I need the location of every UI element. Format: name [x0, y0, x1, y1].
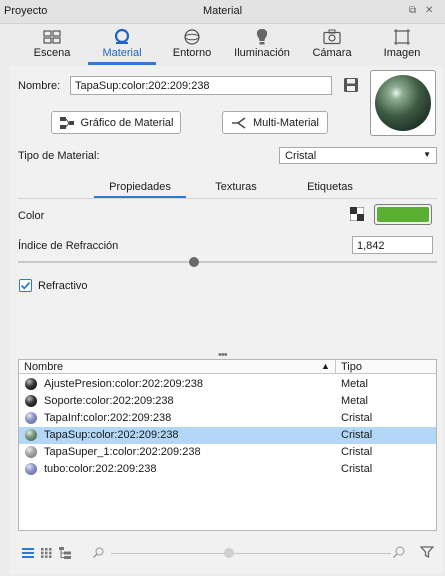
color-swatch-fill: [377, 207, 429, 222]
column-divider: [335, 360, 336, 374]
zoom-in-icon[interactable]: [393, 546, 405, 558]
tab-escena[interactable]: Escena: [12, 25, 92, 65]
tab-imagen-label: Imagen: [383, 47, 421, 59]
list-item-type: Cristal: [341, 463, 373, 475]
list-item-name: TapaInf:color:202:209:238: [44, 412, 172, 424]
multi-material-button[interactable]: Multi-Material: [222, 111, 328, 134]
list-header: Nombre ▲ Tipo: [19, 360, 436, 374]
refraction-label: Índice de Refracción: [18, 240, 119, 252]
save-icon[interactable]: [343, 77, 359, 93]
refraction-slider-track[interactable]: [18, 261, 437, 263]
subtab-texturas-label: Texturas: [215, 181, 257, 193]
tab-entorno[interactable]: Entorno: [152, 25, 232, 65]
tab-camara-label: Cámara: [312, 47, 352, 59]
material-icon: [82, 28, 162, 46]
popout-icon[interactable]: ⧉: [409, 5, 416, 16]
material-ball-icon: [25, 429, 37, 441]
material-type-value: Cristal: [285, 150, 317, 162]
lightbulb-icon: [222, 28, 302, 46]
list-item-name: TapaSuper_1:color:202:209:238: [44, 446, 201, 458]
camera-icon: [292, 28, 372, 46]
checkerboard-icon[interactable]: [349, 206, 365, 222]
multi-material-label: Multi-Material: [252, 116, 319, 129]
tab-escena-label: Escena: [33, 47, 71, 59]
material-list[interactable]: Nombre ▲ Tipo AjustePresion:color:202:20…: [18, 359, 437, 531]
checkmark-icon: [20, 281, 31, 290]
material-ball-icon: [25, 395, 37, 407]
list-item-name: tubo:color:202:209:238: [44, 463, 157, 475]
graph-icon: [59, 116, 74, 129]
zoom-out-icon[interactable]: [93, 547, 104, 558]
list-item-type: Cristal: [341, 429, 373, 441]
list-item[interactable]: tubo:color:202:209:238 Cristal: [19, 461, 436, 478]
refractive-checkbox[interactable]: [19, 279, 32, 292]
tab-iluminacion-label: Iluminación: [234, 47, 290, 59]
name-label: Nombre:: [18, 80, 61, 92]
list-item-name: AjustePresion:color:202:209:238: [44, 378, 203, 390]
list-item-type: Metal: [341, 378, 368, 390]
multi-material-icon: [231, 116, 246, 129]
list-header-name[interactable]: Nombre: [24, 361, 63, 373]
tab-camara[interactable]: Cámara: [292, 25, 372, 65]
list-item-selected[interactable]: TapaSup:color:202:209:238 Cristal: [19, 427, 436, 444]
grid-view-icon[interactable]: [41, 548, 52, 558]
zoom-slider-track[interactable]: [111, 553, 391, 554]
sort-ascending-icon[interactable]: ▲: [321, 361, 330, 371]
material-preview[interactable]: [370, 70, 436, 136]
subtab-propiedades-label: Propiedades: [109, 181, 171, 193]
subtab-etiquetas[interactable]: Etiquetas: [284, 176, 376, 198]
refractive-label: Refractivo: [38, 280, 88, 292]
material-ball-icon: [25, 463, 37, 475]
material-ball-icon: [25, 378, 37, 390]
list-item[interactable]: TapaSuper_1:color:202:209:238 Cristal: [19, 444, 436, 461]
color-label: Color: [18, 210, 45, 222]
list-item[interactable]: TapaInf:color:202:209:238 Cristal: [19, 410, 436, 427]
list-view-icon[interactable]: [22, 548, 34, 558]
list-item-name: Soporte:color:202:209:238: [44, 395, 174, 407]
material-graph-label: Gráfico de Material: [80, 116, 174, 129]
color-swatch[interactable]: [374, 204, 432, 225]
material-type-select[interactable]: Cristal ▼: [279, 147, 437, 164]
material-name-field[interactable]: TapaSup:color:202:209:238: [70, 76, 332, 95]
subtab-propiedades[interactable]: Propiedades: [94, 176, 186, 198]
subtab-texturas[interactable]: Texturas: [190, 176, 282, 198]
subtab-divider: [18, 198, 437, 199]
scene-icon: [12, 28, 92, 46]
material-ball-icon: [25, 412, 37, 424]
zoom-slider-thumb[interactable]: [224, 548, 234, 558]
list-item[interactable]: AjustePresion:color:202:209:238 Metal: [19, 376, 436, 393]
tab-iluminacion[interactable]: Iluminación: [222, 25, 302, 65]
material-graph-button[interactable]: Gráfico de Material: [51, 111, 181, 134]
titlebar-center-title: Material: [202, 5, 243, 17]
tab-entorno-label: Entorno: [172, 47, 212, 59]
tab-material[interactable]: Material: [82, 25, 162, 65]
tab-material-label: Material: [102, 47, 142, 59]
tree-view-icon[interactable]: [59, 547, 71, 559]
material-preview-sphere: [375, 75, 431, 131]
refraction-value-field[interactable]: 1,842: [352, 236, 433, 254]
close-icon[interactable]: ✕: [425, 5, 433, 16]
panel-titlebar: Proyecto Material ⧉ ✕: [0, 0, 445, 24]
list-item-type: Metal: [341, 395, 368, 407]
image-icon: [362, 28, 442, 46]
tab-imagen[interactable]: Imagen: [362, 25, 442, 65]
list-item-type: Cristal: [341, 412, 373, 424]
list-header-type[interactable]: Tipo: [341, 361, 362, 373]
material-type-label: Tipo de Material:: [18, 150, 100, 162]
filter-icon[interactable]: [419, 546, 435, 559]
environment-icon: [152, 28, 232, 46]
chevron-down-icon: ▼: [423, 150, 431, 159]
active-tab-underline: [88, 62, 156, 65]
list-item-type: Cristal: [341, 446, 373, 458]
material-ball-icon: [25, 446, 37, 458]
refraction-slider-thumb[interactable]: [189, 257, 199, 267]
list-item[interactable]: Soporte:color:202:209:238 Metal: [19, 393, 436, 410]
list-item-name: TapaSup:color:202:209:238: [44, 429, 179, 441]
subtab-etiquetas-label: Etiquetas: [307, 181, 353, 193]
